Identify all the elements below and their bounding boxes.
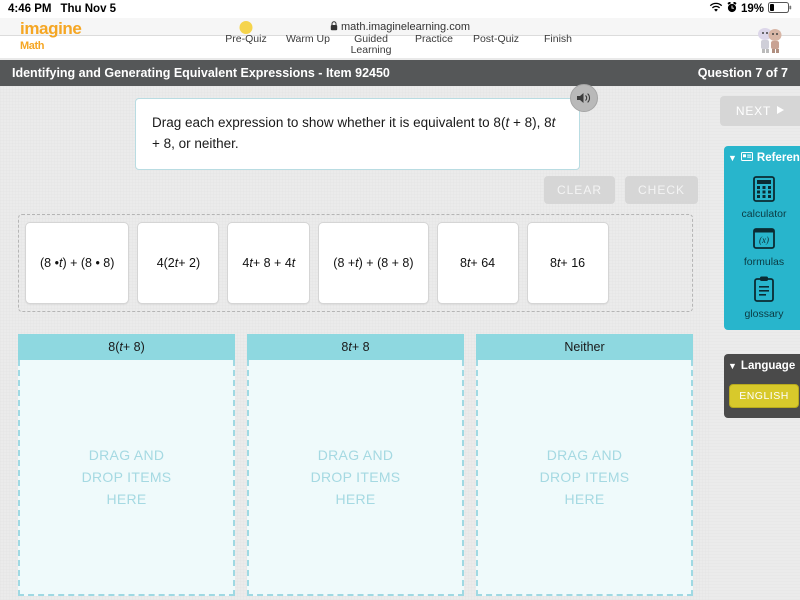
nav-step-post-quiz[interactable]: Post-Quiz	[465, 34, 527, 45]
reference-item-label: formulas	[744, 256, 784, 268]
status-bar-left: 4:46 PM Thu Nov 5	[8, 3, 116, 15]
reference-panel: ▼ Reference calculator (x) formul	[724, 146, 800, 330]
reference-item-calculator[interactable]: calculator	[742, 176, 787, 220]
speaker-audio-icon[interactable]	[570, 84, 598, 112]
status-bar-date: Thu Nov 5	[60, 3, 116, 15]
drop-zone-header: 8(t + 8)	[18, 334, 235, 360]
drop-zone-column[interactable]: Neither DRAG ANDDROP ITEMSHERE	[476, 334, 693, 596]
expression-tile[interactable]: 8t + 16	[527, 222, 609, 304]
question-counter: Question 7 of 7	[698, 66, 788, 80]
clear-button[interactable]: CLEAR	[544, 176, 615, 204]
activity-canvas: Drag each expression to show whether it …	[0, 86, 710, 600]
progress-nav: Pre-Quiz Warm Up Guided Learning Practic…	[215, 34, 589, 56]
app-root: 4:46 PM Thu Nov 5 19% math.imaginelearni…	[0, 0, 800, 600]
drop-zone-area[interactable]: DRAG ANDDROP ITEMSHERE	[247, 360, 464, 596]
reference-item-label: calculator	[742, 208, 787, 220]
play-arrow-icon	[776, 104, 786, 118]
expression-tile[interactable]: 8t + 64	[437, 222, 519, 304]
svg-text:(x): (x)	[759, 235, 769, 245]
drop-zone-placeholder: DRAG ANDDROP ITEMSHERE	[82, 444, 172, 510]
drop-zone-placeholder: DRAG ANDDROP ITEMSHERE	[311, 444, 401, 510]
lock-icon	[330, 21, 338, 33]
page-title: Identifying and Generating Equivalent Ex…	[12, 66, 390, 80]
reference-item-label: glossary	[744, 308, 783, 320]
drop-zone-columns: 8(t + 8) DRAG ANDDROP ITEMSHERE 8t + 8 DRAG…	[18, 334, 693, 596]
logo-line2: Math	[20, 38, 81, 55]
language-panel: ▼ Language i ENGLISH	[724, 354, 800, 418]
reference-item-formulas[interactable]: (x) formulas	[744, 228, 784, 268]
language-panel-header[interactable]: ▼ Language i	[724, 354, 800, 378]
wifi-icon	[709, 2, 723, 16]
drop-zone-header: Neither	[476, 334, 693, 360]
instruction-text: Drag each expression to show whether it …	[135, 98, 580, 170]
app-top-nav: imagine Math Pre-Quiz Warm Up Guided Lea…	[0, 36, 800, 58]
formulas-icon: (x)	[752, 228, 776, 253]
url-text: math.imaginelearning.com	[341, 21, 470, 33]
nav-step-pre-quiz[interactable]: Pre-Quiz	[215, 34, 277, 45]
check-button[interactable]: CHECK	[625, 176, 698, 204]
nav-step-label: Practice	[415, 33, 453, 45]
ios-status-bar: 4:46 PM Thu Nov 5 19%	[0, 0, 800, 18]
drop-zone-column[interactable]: 8t + 8 DRAG ANDDROP ITEMSHERE	[247, 334, 464, 596]
instruction-container: Drag each expression to show whether it …	[135, 98, 580, 170]
expression-tile[interactable]: (8 + t) + (8 + 8)	[318, 222, 428, 304]
reference-panel-title: Reference	[757, 152, 800, 164]
drop-zone-header: 8t + 8	[247, 334, 464, 360]
nav-step-practice[interactable]: Practice	[403, 34, 465, 45]
logo-line1: imagine	[20, 19, 81, 38]
drop-zone-area[interactable]: DRAG ANDDROP ITEMSHERE	[476, 360, 693, 596]
status-bar-right: 19%	[709, 2, 792, 16]
battery-icon	[768, 2, 792, 16]
expression-tile[interactable]: 4t + 8 + 4t	[227, 222, 310, 304]
nav-step-label: Finish	[544, 33, 572, 45]
next-button[interactable]: NEXT	[720, 96, 800, 126]
lesson-title-bar: Identifying and Generating Equivalent Ex…	[0, 60, 800, 86]
nav-step-label: Warm Up	[286, 33, 330, 45]
nav-step-guided-learning[interactable]: Guided Learning	[339, 34, 403, 56]
nav-step-finish[interactable]: Finish	[527, 34, 589, 45]
drop-zone-placeholder: DRAG ANDDROP ITEMSHERE	[540, 444, 630, 510]
nav-step-label: Post-Quiz	[473, 33, 519, 45]
expression-tile-tray: (8 • t) + (8 • 8)4(2t + 2)4t + 8 + 4t(8 …	[18, 214, 693, 312]
clipboard-glossary-icon	[753, 276, 775, 305]
expression-tile[interactable]: 4(2t + 2)	[137, 222, 219, 304]
drop-zone-column[interactable]: 8(t + 8) DRAG ANDDROP ITEMSHERE	[18, 334, 235, 596]
nav-step-label: Guided Learning	[351, 33, 392, 56]
expression-tile[interactable]: (8 • t) + (8 • 8)	[25, 222, 129, 304]
status-bar-time: 4:46 PM	[8, 3, 51, 15]
calculator-icon	[753, 176, 775, 205]
mascot-character-icon	[750, 20, 790, 56]
active-step-dot	[240, 21, 253, 34]
next-button-label: NEXT	[736, 104, 771, 118]
battery-percent-label: 19%	[741, 3, 764, 15]
nav-step-label: Pre-Quiz	[225, 33, 266, 45]
language-select-button[interactable]: ENGLISH	[729, 384, 799, 408]
alarm-clock-icon	[727, 2, 737, 16]
nav-step-warm-up[interactable]: Warm Up	[277, 34, 339, 45]
reference-card-icon	[741, 152, 753, 164]
imagine-math-logo: imagine Math	[20, 20, 81, 55]
reference-items: calculator (x) formulas glossary	[724, 170, 800, 320]
right-sidebar: NEXT ▼ Reference calculator	[710, 86, 800, 600]
reference-item-glossary[interactable]: glossary	[744, 276, 783, 320]
caret-down-icon: ▼	[728, 361, 737, 371]
drop-zone-area[interactable]: DRAG ANDDROP ITEMSHERE	[18, 360, 235, 596]
language-panel-title: Language	[741, 360, 795, 372]
reference-panel-header[interactable]: ▼ Reference	[724, 146, 800, 170]
action-buttons: CLEAR CHECK	[544, 176, 698, 204]
caret-down-icon: ▼	[728, 153, 737, 163]
